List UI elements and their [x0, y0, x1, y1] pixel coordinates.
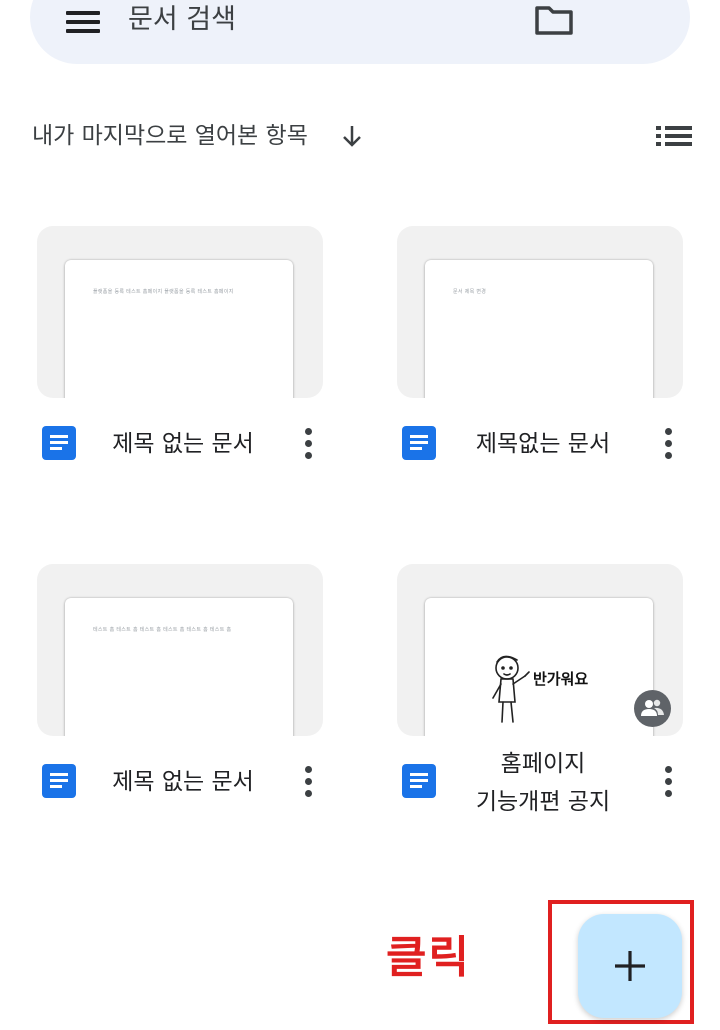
file-card[interactable]: 테스트 홈 테스트 홈 테스트 홈 테스트 홈 테스트 홈 테스트 홈 제목 없… [37, 564, 327, 798]
preview-text: 플랫폼을 등록 테스트 홈페이지 플랫폼을 등록 테스트 홈페이지 [93, 289, 234, 295]
file-title: 제목 없는 문서 [112, 431, 254, 457]
arrow-down-icon[interactable] [340, 124, 364, 148]
file-thumbnail[interactable]: 테스트 홈 테스트 홈 테스트 홈 테스트 홈 테스트 홈 테스트 홈 [37, 564, 323, 736]
file-card[interactable]: 반가워요 홈페이지 기능개편 공지 [397, 564, 687, 815]
doc-icon [402, 426, 436, 460]
more-vert-icon[interactable] [303, 428, 313, 460]
doc-icon [42, 426, 76, 460]
more-vert-icon[interactable] [303, 766, 313, 798]
file-card[interactable]: 문서 제목 변경 제목없는 문서 [397, 226, 687, 460]
file-title-line1: 홈페이지 [500, 751, 586, 777]
document-preview: 문서 제목 변경 [425, 260, 653, 398]
file-title-line2: 기능개편 공지 [475, 789, 611, 815]
more-vert-icon[interactable] [663, 766, 673, 798]
file-title: 제목 없는 문서 [112, 769, 254, 795]
folder-icon[interactable] [534, 4, 574, 36]
preview-text: 문서 제목 변경 [453, 289, 487, 295]
file-thumbnail[interactable]: 플랫폼을 등록 테스트 홈페이지 플랫폼을 등록 테스트 홈페이지 [37, 226, 323, 398]
document-preview: 플랫폼을 등록 테스트 홈페이지 플랫폼을 등록 테스트 홈페이지 [65, 260, 293, 398]
character-illustration: 반가워요 [492, 655, 588, 723]
document-preview: 테스트 홈 테스트 홈 테스트 홈 테스트 홈 테스트 홈 테스트 홈 [65, 598, 293, 736]
file-title: 제목없는 문서 [475, 431, 611, 457]
file-thumbnail[interactable]: 반가워요 [397, 564, 683, 736]
menu-icon[interactable] [66, 11, 100, 33]
illustration-text: 반가워요 [533, 670, 588, 688]
list-view-icon[interactable] [656, 124, 692, 148]
doc-icon [42, 764, 76, 798]
preview-text: 테스트 홈 테스트 홈 테스트 홈 테스트 홈 테스트 홈 테스트 홈 [93, 627, 232, 633]
doc-icon [402, 764, 436, 798]
new-document-button[interactable] [578, 914, 682, 1018]
file-card[interactable]: 플랫폼을 등록 테스트 홈페이지 플랫폼을 등록 테스트 홈페이지 제목 없는 … [37, 226, 327, 460]
search-input[interactable]: 문서 검색 [128, 2, 236, 38]
document-preview: 반가워요 [425, 598, 653, 736]
file-thumbnail[interactable]: 문서 제목 변경 [397, 226, 683, 398]
people-icon [634, 690, 671, 727]
click-annotation: 클릭 [386, 932, 471, 983]
plus-icon [615, 951, 645, 981]
more-vert-icon[interactable] [663, 428, 673, 460]
sort-label[interactable]: 내가 마지막으로 열어본 항목 [32, 119, 308, 153]
